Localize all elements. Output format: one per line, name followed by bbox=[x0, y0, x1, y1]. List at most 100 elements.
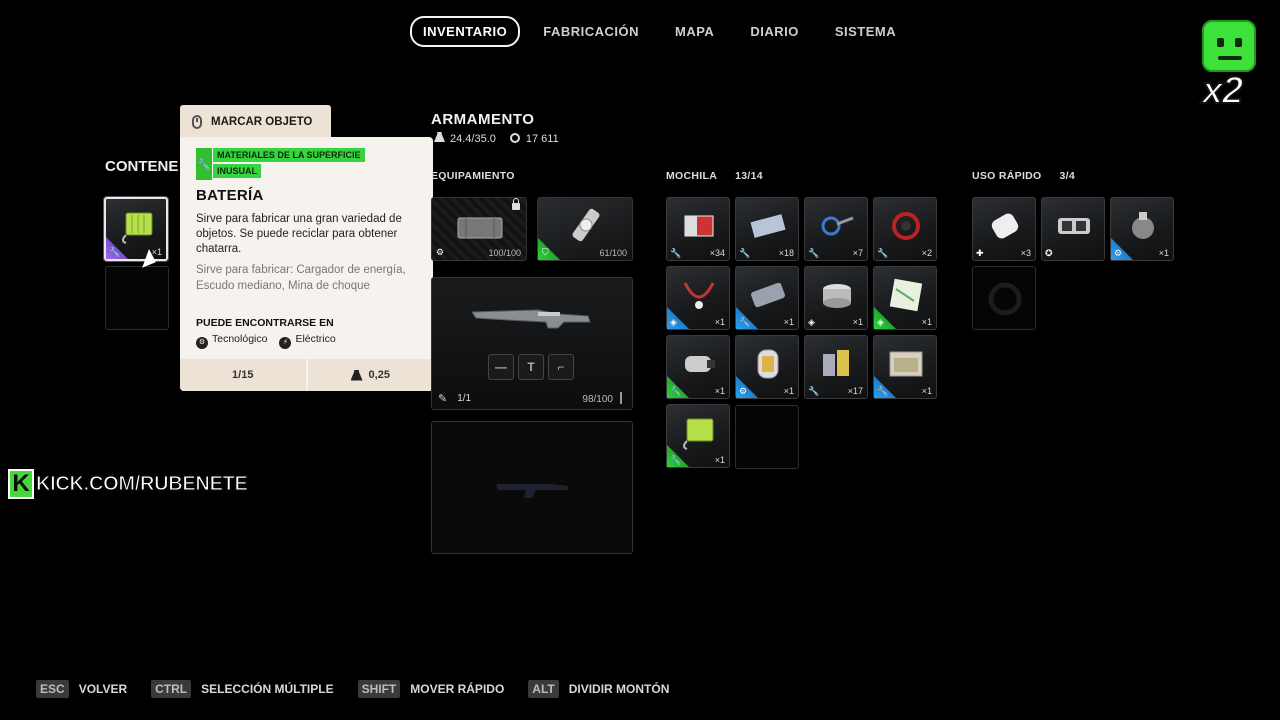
slot-quantity: ×1 bbox=[921, 317, 932, 327]
equip-slot-value: 100/100 bbox=[488, 248, 521, 258]
tab-fabricacion[interactable]: FABRICACIÓN bbox=[530, 16, 652, 47]
slot-quantity: ×34 bbox=[709, 248, 725, 258]
slot-quantity: ×1 bbox=[783, 386, 794, 396]
backpack-slot[interactable]: ◈ ×1 bbox=[804, 266, 868, 330]
hint-back[interactable]: ESC VOLVER bbox=[36, 680, 127, 698]
key-badge: CTRL bbox=[151, 680, 192, 698]
equip-slot-ammo-crate[interactable]: ⚙ 100/100 bbox=[431, 197, 527, 261]
weapon-ammo: ✎ 1/1 bbox=[438, 393, 472, 405]
rarity-tag: INUSUAL bbox=[213, 164, 261, 178]
weapon-slot-primary[interactable]: — T ⌐ ✎ 1/1 98/100 bbox=[431, 277, 633, 410]
hint-label: VOLVER bbox=[78, 682, 128, 696]
hint-multi-select[interactable]: CTRL SELECCIÓN MÚLTIPLE bbox=[151, 680, 334, 698]
item-icon bbox=[683, 282, 715, 309]
backpack-slot[interactable]: 🔧 ×2 bbox=[873, 197, 937, 261]
armament-stats: 24.4/35.0 17 611 bbox=[434, 132, 559, 145]
streamer-mascot: x2 bbox=[1200, 18, 1258, 114]
backpack-label: MOCHILA 13/14 bbox=[666, 170, 763, 182]
bullet-icon: ✎ bbox=[438, 393, 448, 405]
backpack-slot[interactable]: ⚙ ×1 bbox=[735, 335, 799, 399]
armament-title: ARMAMENTO bbox=[431, 111, 535, 128]
tab-inventario[interactable]: INVENTARIO bbox=[410, 16, 521, 47]
hint-split-stack[interactable]: ALT DIVIDIR MONTÓN bbox=[528, 680, 669, 698]
coin-count: 17 611 bbox=[509, 132, 559, 145]
item-tooltip: 🔧 MATERIALES DE LA SUPERFICIE INUSUAL BA… bbox=[180, 137, 433, 391]
gear-icon: ✪ bbox=[1045, 248, 1053, 258]
shield-icon: ⛉ bbox=[542, 247, 549, 257]
item-icon bbox=[1132, 212, 1154, 239]
wrench-icon: 🔧 bbox=[739, 248, 751, 258]
key-badge: ESC bbox=[36, 680, 69, 698]
mod-slot-underbarrel[interactable]: T bbox=[518, 354, 544, 380]
key-badge: SHIFT bbox=[357, 680, 401, 698]
hint-label: MOVER RÁPIDO bbox=[410, 682, 505, 696]
item-crafting: Sirve para fabricar: Cargador de energía… bbox=[196, 264, 406, 292]
item-name: BATERÍA bbox=[196, 187, 264, 204]
item-icon bbox=[991, 213, 1019, 239]
item-weight: 0,25 bbox=[308, 359, 434, 391]
tab-diario[interactable]: DIARIO bbox=[737, 16, 812, 47]
wrench-icon: 🔧 bbox=[109, 247, 121, 257]
coin-icon bbox=[509, 132, 520, 143]
wrench-icon: 🔧 bbox=[877, 386, 889, 396]
wrench-icon: 🔧 bbox=[877, 248, 889, 258]
container-slot-empty[interactable] bbox=[105, 266, 169, 330]
mark-object-button[interactable]: MARCAR OBJETO bbox=[180, 105, 331, 139]
slot-quantity: ×7 bbox=[852, 248, 863, 258]
item-icon bbox=[823, 350, 849, 376]
backpack-slot[interactable]: 🔧 ×34 bbox=[666, 197, 730, 261]
quick-use-slot[interactable]: ⚙ ×1 bbox=[1110, 197, 1174, 261]
ammo-icon: ⚙ bbox=[739, 386, 748, 396]
equipment-label: EQUIPAMIENTO bbox=[431, 170, 515, 182]
weight-icon bbox=[434, 132, 445, 142]
item-icon bbox=[684, 215, 714, 237]
container-slot-battery[interactable]: 🔧 ×1 bbox=[104, 197, 168, 261]
backpack-slot[interactable]: 🔧 ×1 bbox=[735, 266, 799, 330]
quick-use-slot[interactable]: ✚ ×3 bbox=[972, 197, 1036, 261]
backpack-slot[interactable]: 🔧 ×18 bbox=[735, 197, 799, 261]
tab-mapa[interactable]: MAPA bbox=[662, 16, 727, 47]
quick-use-slot[interactable]: ✪ bbox=[1041, 197, 1105, 261]
item-icon bbox=[751, 282, 785, 308]
lightning-icon: ⚡ bbox=[279, 337, 292, 349]
backpack-count: 13/14 bbox=[735, 170, 763, 182]
mod-slot-muzzle[interactable]: — bbox=[488, 354, 514, 380]
mod-slot-stock[interactable]: ⌐ bbox=[548, 354, 574, 380]
backpack-slot[interactable]: ◈ ×1 bbox=[666, 266, 730, 330]
wrench-icon: 🔧 bbox=[670, 248, 682, 258]
wrench-icon: 🔧 bbox=[670, 386, 682, 396]
hint-quick-move[interactable]: SHIFT MOVER RÁPIDO bbox=[357, 680, 505, 698]
slot-quantity: ×17 bbox=[847, 386, 863, 396]
slot-quantity: ×1 bbox=[1158, 248, 1169, 258]
mark-object-label: MARCAR OBJETO bbox=[211, 116, 313, 128]
location-electric: ⚡ Eléctrico bbox=[279, 333, 336, 349]
backpack-slot[interactable]: 🔧 ×17 bbox=[804, 335, 868, 399]
tab-sistema[interactable]: SISTEMA bbox=[822, 16, 909, 47]
backpack-slot[interactable]: ◈ ×1 bbox=[873, 266, 937, 330]
backpack-slot[interactable]: 🔧 ×7 bbox=[804, 197, 868, 261]
item-icon bbox=[889, 278, 923, 312]
tooltip-footer: 1/15 0,25 bbox=[180, 359, 433, 391]
backpack-slot[interactable]: 🔧 ×1 bbox=[666, 404, 730, 468]
quick-use-slot-empty[interactable] bbox=[972, 266, 1036, 330]
backpack-slot[interactable]: 🔧 ×1 bbox=[666, 335, 730, 399]
item-icon bbox=[892, 212, 920, 240]
backpack-slot-empty[interactable] bbox=[735, 405, 799, 469]
backpack-slot[interactable]: 🔧 ×1 bbox=[873, 335, 937, 399]
weapon-durability: 98/100 bbox=[582, 392, 622, 405]
location-list: ⚙ Tecnológico ⚡ Eléctrico bbox=[196, 333, 336, 349]
weapon-slot-secondary[interactable] bbox=[431, 421, 633, 554]
mascot-face-icon bbox=[1202, 20, 1256, 72]
weapon-mods: — T ⌐ bbox=[488, 354, 574, 380]
equip-slot-value: 61/100 bbox=[599, 248, 627, 258]
slot-quantity: ×3 bbox=[1020, 248, 1031, 258]
ammo-icon: ⚙ bbox=[436, 247, 445, 257]
gem-icon: ◈ bbox=[670, 317, 677, 327]
slot-quantity: ×1 bbox=[714, 317, 725, 327]
item-icon bbox=[823, 284, 851, 308]
lock-icon bbox=[512, 198, 520, 210]
equip-slot-shield[interactable]: ⛉ 61/100 bbox=[537, 197, 633, 261]
top-nav: INVENTARIO FABRICACIÓN MAPA DIARIO SISTE… bbox=[410, 16, 909, 47]
slot-quantity: ×1 bbox=[783, 317, 794, 327]
key-badge: ALT bbox=[528, 680, 559, 698]
